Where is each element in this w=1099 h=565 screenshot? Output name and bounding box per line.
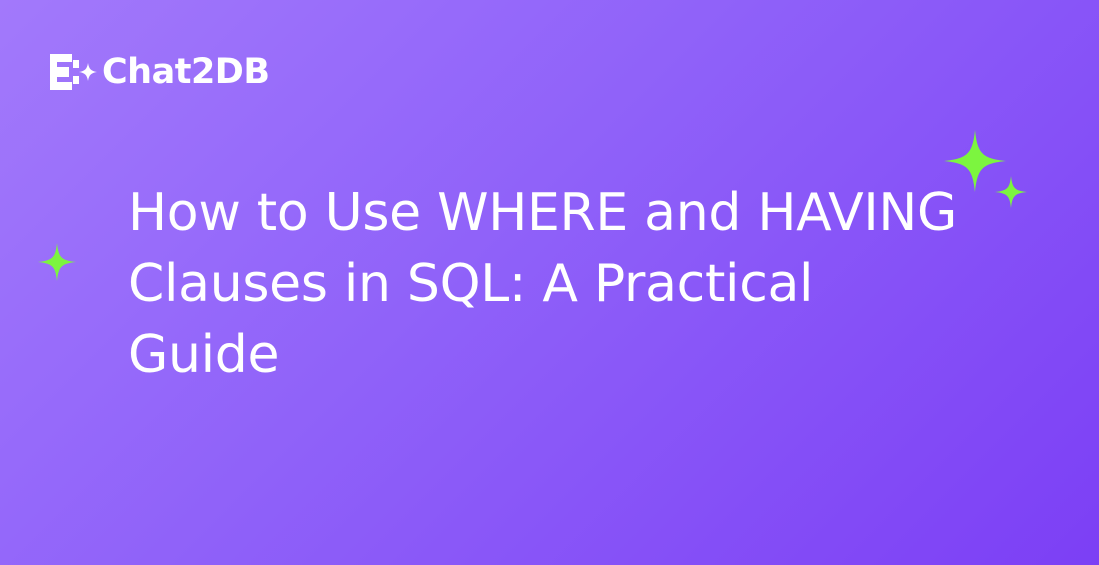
title-line-3: Guide bbox=[128, 325, 280, 385]
chat2db-logo-icon bbox=[50, 54, 97, 90]
page-title: How to Use WHERE and HAVING Clauses in S… bbox=[128, 178, 1028, 391]
title-line-1: How to Use WHERE and HAVING bbox=[128, 183, 957, 243]
brand-name: Chat2DB bbox=[102, 52, 270, 92]
sparkle-icon bbox=[995, 176, 1027, 208]
sparkle-icon bbox=[38, 243, 76, 281]
title-line-2: Clauses in SQL: A Practical bbox=[128, 254, 814, 314]
brand-logo: Chat2DB bbox=[42, 50, 270, 94]
